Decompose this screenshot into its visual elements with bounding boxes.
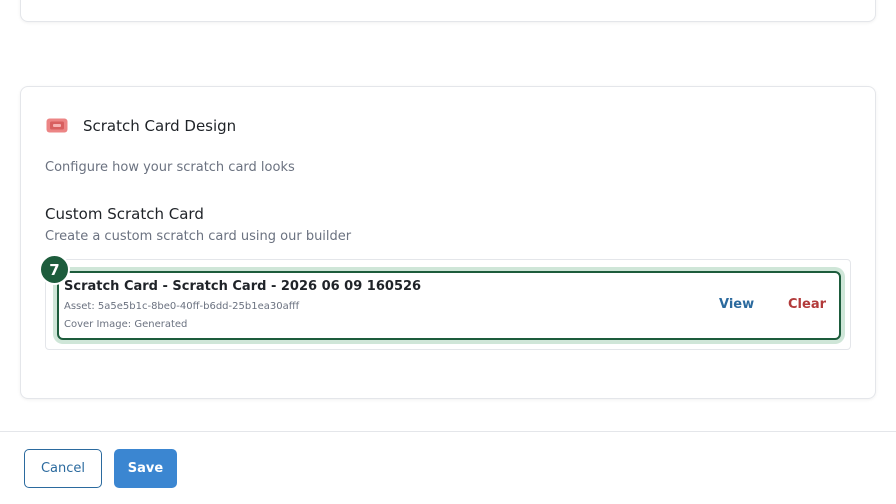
selected-asset-item[interactable]: Scratch Card - Scratch Card - 2026 06 09… <box>57 271 841 340</box>
asset-list: Scratch Card - Scratch Card - 2026 06 09… <box>45 259 851 350</box>
cancel-button[interactable]: Cancel <box>24 449 102 488</box>
view-button[interactable]: View <box>719 297 754 312</box>
scratch-card-design-section: Scratch Card Design Configure how your s… <box>20 86 876 399</box>
asset-name: Scratch Card - Scratch Card - 2026 06 09… <box>64 279 422 294</box>
custom-scratch-card-description: Create a custom scratch card using our b… <box>45 229 352 244</box>
clear-button[interactable]: Clear <box>788 297 826 312</box>
previous-section-card <box>20 0 876 22</box>
asset-id: Asset: 5a5e5b1c-8be0-40ff-b6dd-25b1ea30a… <box>64 301 300 312</box>
ticket-icon <box>46 118 68 133</box>
step-number-badge: 7 <box>39 254 70 285</box>
section-description: Configure how your scratch card looks <box>45 160 295 175</box>
section-title: Scratch Card Design <box>83 117 237 135</box>
save-button[interactable]: Save <box>114 449 177 488</box>
asset-cover-status: Cover Image: Generated <box>64 319 188 330</box>
footer-actions: Cancel Save <box>0 431 896 504</box>
custom-scratch-card-title: Custom Scratch Card <box>45 205 204 223</box>
